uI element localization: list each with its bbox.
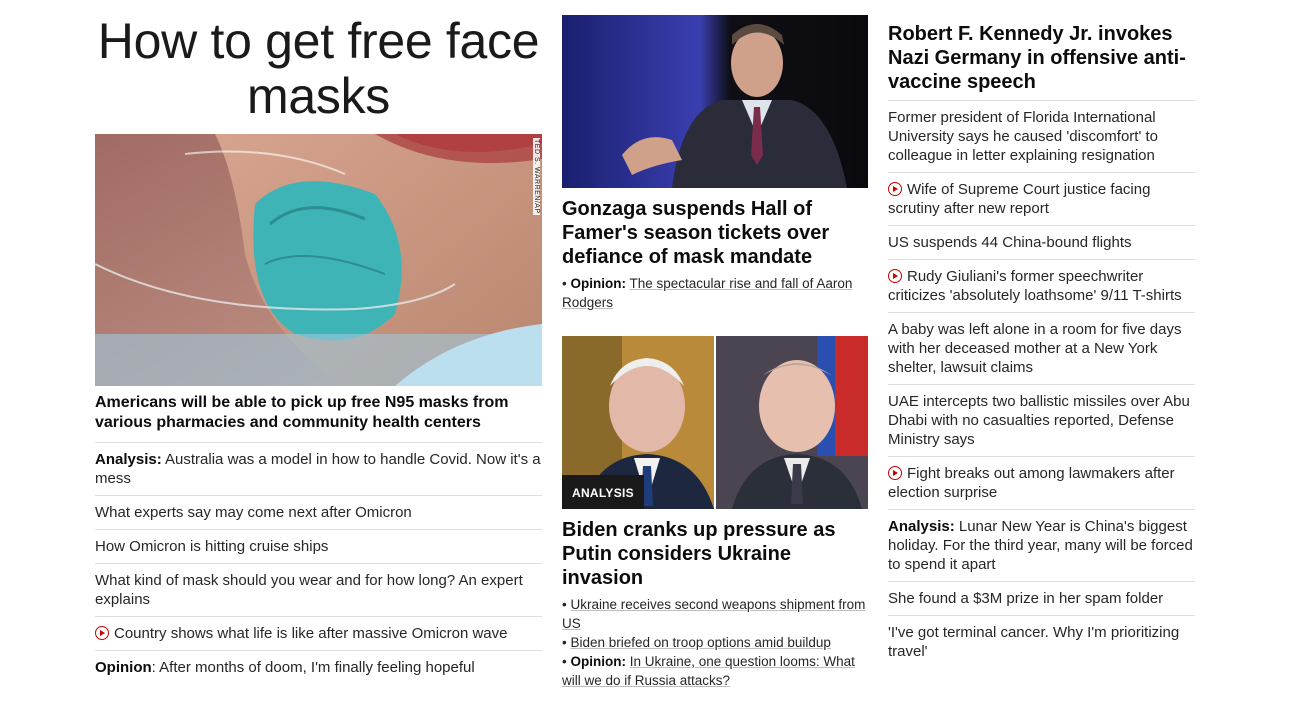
hero-headline-link[interactable]: How to get free face masks — [95, 14, 542, 124]
list-item[interactable]: A baby was left alone in a room for five… — [888, 313, 1195, 385]
list-item[interactable]: US suspends 44 China-bound flights — [888, 226, 1195, 260]
list-item[interactable]: Analysis: Lunar New Year is China's bigg… — [888, 510, 1195, 582]
image-credit: TED S. WARREN/AP — [533, 138, 540, 215]
list-item[interactable]: 'I've got terminal cancer. Why I'm prior… — [888, 616, 1195, 668]
list-item[interactable]: What experts say may come next after Omi… — [95, 496, 542, 530]
right-headline-list: Former president of Florida Internationa… — [888, 101, 1195, 668]
lead-headline-link[interactable]: Americans will be able to pick up free N… — [95, 393, 542, 443]
mask-worker-photo — [95, 134, 542, 386]
video-play-icon — [888, 269, 902, 283]
middle-column: Gonzaga suspends Hall of Famer's season … — [562, 0, 868, 690]
story-image-gonzaga[interactable] — [562, 15, 868, 188]
video-play-icon — [888, 466, 902, 480]
hero-image-mask-worker[interactable]: TED S. WARREN/AP — [95, 134, 542, 386]
story-sublink[interactable]: • Opinion: The spectacular rise and fall… — [562, 274, 868, 312]
story-headline-link[interactable]: Gonzaga suspends Hall of Famer's season … — [562, 197, 868, 269]
list-item[interactable]: How Omicron is hitting cruise ships — [95, 530, 542, 564]
video-play-icon — [888, 182, 902, 196]
video-play-icon — [95, 626, 109, 640]
list-item[interactable]: Fight breaks out among lawmakers after e… — [888, 457, 1195, 510]
story-image-biden-putin[interactable]: ANALYSIS — [562, 336, 868, 509]
story-headline-link[interactable]: Biden cranks up pressure as Putin consid… — [562, 518, 868, 590]
list-item[interactable]: Wife of Supreme Court justice facing scr… — [888, 173, 1195, 226]
list-item[interactable]: Rudy Giuliani's former speechwriter crit… — [888, 260, 1195, 313]
speaker-photo — [562, 15, 868, 188]
related-link[interactable]: • Biden briefed on troop options amid bu… — [562, 633, 868, 652]
left-column: How to get free face masks TED S. WARREN… — [95, 0, 542, 684]
list-item[interactable]: Analysis: Australia was a model in how t… — [95, 443, 542, 496]
left-headline-list: Analysis: Australia was a model in how t… — [95, 443, 542, 684]
right-headline-link[interactable]: Robert F. Kennedy Jr. invokes Nazi Germa… — [888, 22, 1195, 101]
list-item[interactable]: She found a $3M prize in her spam folder — [888, 582, 1195, 616]
related-links: • Ukraine receives second weapons shipme… — [562, 595, 868, 690]
related-link[interactable]: • Ukraine receives second weapons shipme… — [562, 595, 868, 633]
right-column: Robert F. Kennedy Jr. invokes Nazi Germa… — [888, 0, 1195, 668]
list-item[interactable]: Opinion: After months of doom, I'm final… — [95, 651, 542, 684]
related-link[interactable]: • Opinion: In Ukraine, one question loom… — [562, 652, 868, 690]
list-item[interactable]: Country shows what life is like after ma… — [95, 617, 542, 651]
analysis-badge: ANALYSIS — [562, 475, 644, 509]
list-item[interactable]: UAE intercepts two ballistic missiles ov… — [888, 385, 1195, 457]
list-item[interactable]: What kind of mask should you wear and fo… — [95, 564, 542, 617]
list-item[interactable]: Former president of Florida Internationa… — [888, 101, 1195, 173]
